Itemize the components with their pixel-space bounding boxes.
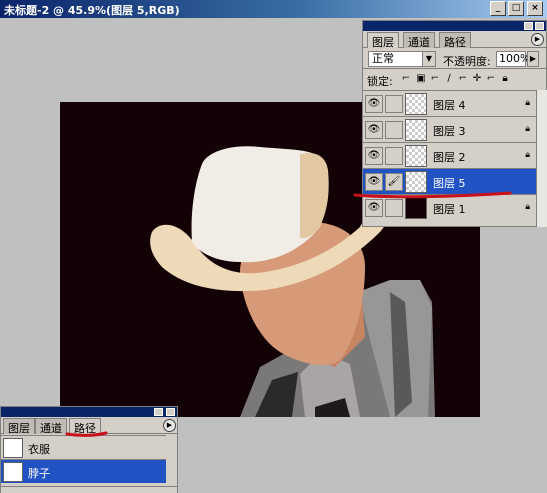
panel-close-button[interactable]	[535, 22, 544, 30]
close-button[interactable]: ×	[527, 1, 543, 16]
title-bar: 未标题-2 @ 45.9%(图层 5,RGB) _ □ ×	[0, 0, 547, 18]
lock-label: 锁定:	[367, 75, 393, 88]
panel-menu-icon[interactable]: ▶	[163, 419, 176, 432]
lock-transparency-icon[interactable]: ⌐	[400, 73, 412, 85]
link-cell[interactable]	[385, 121, 403, 139]
lock-icon: 🔒︎	[525, 98, 530, 108]
tab-channels[interactable]: 通道	[403, 32, 435, 49]
window-title: 未标题-2 @ 45.9%(图层 5,RGB)	[4, 4, 180, 17]
paths-toolbar	[1, 486, 177, 493]
minimize-button[interactable]: _	[490, 1, 506, 16]
tab-layers[interactable]: 图层	[3, 418, 35, 435]
lock-bracket-icon[interactable]: ⌐	[485, 73, 497, 85]
annotation-underline	[65, 431, 108, 437]
panel-titlebar	[1, 407, 177, 417]
lock-image-icon[interactable]: ▣	[415, 73, 427, 85]
tab-channels[interactable]: 通道	[35, 418, 67, 435]
layers-scrollbar[interactable]	[536, 90, 547, 227]
path-thumbnail	[3, 462, 23, 482]
layer-thumbnail	[405, 119, 427, 141]
eye-icon[interactable]: 👁︎	[365, 95, 383, 113]
layer-thumbnail	[405, 93, 427, 115]
opacity-slider-button[interactable]: ▶	[527, 51, 539, 67]
layer-name: 图层 4	[433, 99, 466, 112]
move-icon[interactable]: ✛	[471, 73, 483, 85]
layer-row[interactable]: 👁︎ 图层 2 🔒︎	[363, 142, 536, 168]
layer-row[interactable]: 👁︎ 图层 3 🔒︎	[363, 116, 536, 142]
link-cell[interactable]	[385, 95, 403, 113]
panel-close-button[interactable]	[166, 408, 175, 416]
lock-icon: 🔒︎	[525, 124, 530, 134]
lock-bracket-icon[interactable]: ⌐	[457, 73, 469, 85]
layer-thumbnail	[405, 145, 427, 167]
eye-icon[interactable]: 👁︎	[365, 121, 383, 139]
layer-row[interactable]: 👁︎ 图层 4 🔒︎	[363, 90, 536, 116]
annotation-underline	[353, 191, 512, 199]
path-name: 脖子	[28, 467, 50, 480]
panel-minimize-button[interactable]	[154, 408, 163, 416]
eye-icon[interactable]: 👁︎	[365, 147, 383, 165]
path-name: 衣服	[28, 443, 50, 456]
tab-layers[interactable]: 图层	[367, 32, 399, 49]
lock-icon: 🔒︎	[525, 202, 530, 212]
opacity-input[interactable]: 100%	[496, 51, 530, 67]
opacity-label: 不透明度:	[443, 55, 491, 68]
layer-name: 图层 1	[433, 203, 466, 216]
panel-titlebar	[363, 21, 546, 31]
panel-minimize-button[interactable]	[524, 22, 533, 30]
path-row-selected[interactable]: 脖子	[1, 459, 166, 483]
brush-icon[interactable]: ∕	[443, 73, 455, 85]
link-cell[interactable]	[385, 147, 403, 165]
blend-options-row: 正常 ▼ 不透明度: 100% ▶	[363, 48, 546, 68]
paths-panel: 图层 通道 路径 ▶ 衣服 脖子	[0, 406, 178, 493]
path-thumbnail	[3, 438, 23, 458]
layer-name: 图层 3	[433, 125, 466, 138]
lock-row: 锁定: ⌐ ▣ ⌐ ∕ ⌐ ✛ ⌐ 🔒︎	[363, 68, 546, 88]
blend-mode-value: 正常	[372, 52, 394, 65]
lock-bracket-icon[interactable]: ⌐	[429, 73, 441, 85]
blend-mode-select[interactable]: 正常 ▼	[368, 51, 436, 67]
maximize-button[interactable]: □	[508, 1, 524, 16]
chevron-down-icon[interactable]: ▼	[422, 52, 435, 66]
panel-menu-icon[interactable]: ▶	[531, 33, 544, 46]
layers-tab-bar: 图层 通道 路径 ▶	[363, 31, 546, 49]
lock-icon: 🔒︎	[525, 150, 530, 160]
layer-name: 图层 2	[433, 151, 466, 164]
path-row[interactable]: 衣服	[1, 435, 166, 459]
lock-icon[interactable]: 🔒︎	[499, 73, 511, 85]
tab-paths[interactable]: 路径	[439, 32, 471, 49]
